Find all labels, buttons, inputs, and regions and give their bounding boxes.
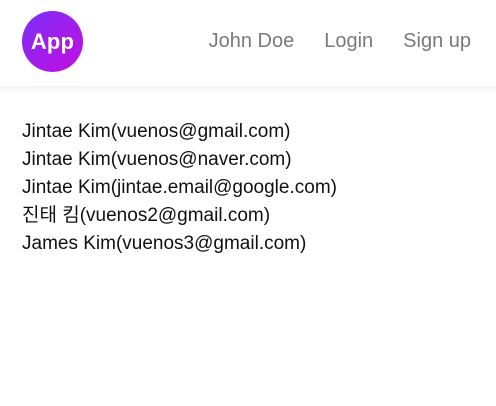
main-content: Jintae Kim(vuenos@gmail.com) Jintae Kim(… [22, 118, 486, 258]
user-list-item: Jintae Kim(vuenos@naver.com) [22, 149, 292, 170]
user-list-item: 진태 킴(vuenos2@gmail.com) [22, 205, 271, 226]
user-list: Jintae Kim(vuenos@gmail.com) Jintae Kim(… [22, 118, 486, 258]
app-logo-text: App [30, 28, 75, 54]
nav-links: John Doe Login Sign up [209, 28, 471, 54]
app-logo[interactable]: App [22, 11, 83, 72]
user-list-item: Jintae Kim(jintae.email@google.com) [22, 177, 337, 198]
user-list-item: James Kim(vuenos3@gmail.com) [22, 233, 307, 254]
top-navbar: App John Doe Login Sign up [0, 0, 496, 87]
signup-link[interactable]: Sign up [403, 28, 471, 54]
login-link[interactable]: Login [324, 28, 373, 54]
user-name-link[interactable]: John Doe [209, 28, 295, 54]
user-list-item: Jintae Kim(vuenos@gmail.com) [22, 121, 291, 142]
